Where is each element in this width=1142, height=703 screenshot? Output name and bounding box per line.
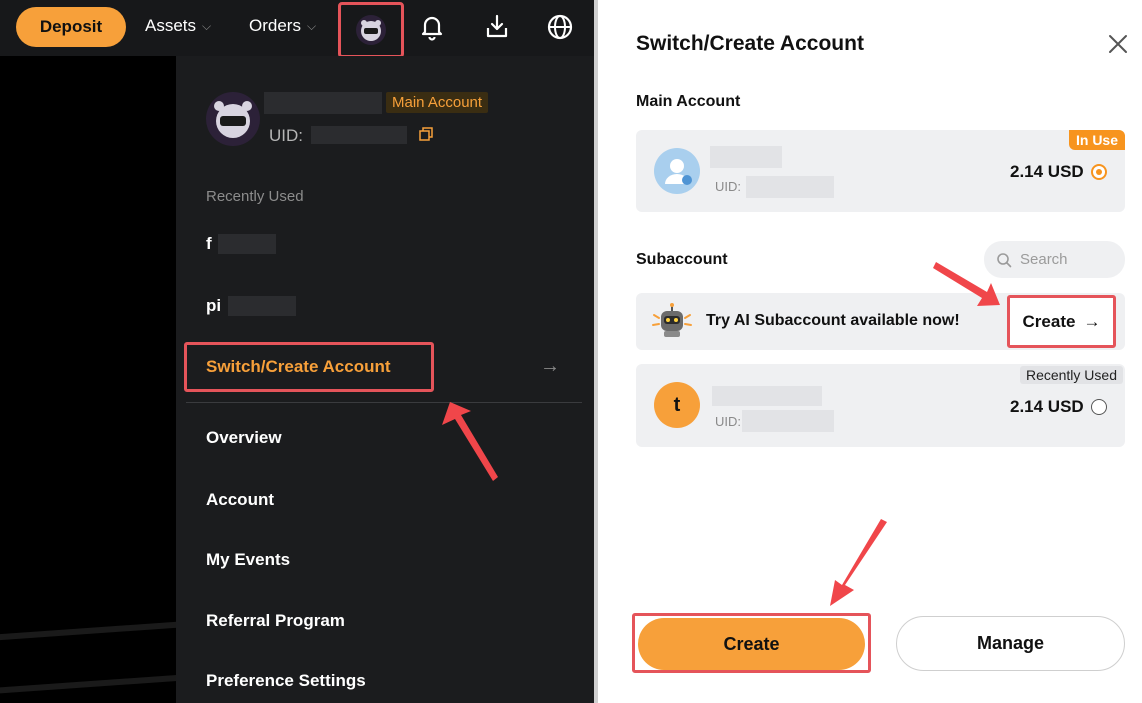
subaccount-balance: 2.14 USD	[1010, 397, 1084, 416]
deposit-button[interactable]: Deposit	[16, 7, 126, 47]
recently-used-label: Recently Used	[206, 188, 304, 205]
search-input[interactable]: Search	[984, 241, 1125, 278]
menu-item-my-events[interactable]: My Events	[206, 550, 290, 570]
redacted-account-name	[710, 146, 782, 168]
main-account-card[interactable]: In Use UID: 2.14 USD	[636, 130, 1125, 212]
subaccount-card[interactable]: Recently Used t UID: 2.14 USD	[636, 364, 1125, 447]
create-ai-subaccount-label: Create	[1022, 311, 1076, 331]
menu-item-referral-program[interactable]: Referral Program	[206, 611, 345, 631]
globe-icon[interactable]	[545, 12, 575, 42]
switch-create-account-panel: Switch/Create Account Main Account In Us…	[598, 0, 1142, 703]
uid-label: UID:	[269, 126, 303, 145]
search-placeholder: Search	[1020, 251, 1068, 268]
account-dropdown-menu: Main Account UID: Recently Used f pi Swi…	[176, 56, 594, 703]
copy-icon[interactable]	[419, 127, 433, 141]
chevron-down-icon: ⌵	[306, 18, 317, 33]
main-account-badge: Main Account	[386, 92, 489, 113]
radio-selected[interactable]	[1091, 164, 1107, 180]
manage-button[interactable]: Manage	[896, 616, 1125, 671]
robot-icon	[652, 303, 692, 337]
user-avatar-icon	[654, 148, 700, 194]
switch-create-account-label: Switch/Create Account	[206, 357, 391, 376]
recently-used-badge: Recently Used	[1019, 366, 1123, 384]
redacted-username	[264, 92, 382, 114]
panel-title: Switch/Create Account	[636, 32, 864, 55]
download-icon[interactable]	[482, 12, 512, 42]
recent-account-item[interactable]: pi	[206, 296, 221, 316]
ai-subaccount-text: Try AI Subaccount available now!	[706, 312, 960, 329]
redacted-uid	[742, 410, 834, 432]
in-use-badge: In Use	[1068, 130, 1125, 150]
search-icon	[997, 252, 1012, 267]
close-icon[interactable]	[1106, 32, 1130, 56]
menu-item-preference-settings[interactable]: Preference Settings	[206, 671, 366, 691]
menu-item-overview[interactable]: Overview	[206, 428, 282, 448]
chevron-down-icon: ⌵	[202, 18, 212, 33]
recent-account-item[interactable]: f	[206, 234, 212, 254]
redacted-uid	[746, 176, 834, 198]
menu-item-account[interactable]: Account	[206, 490, 274, 510]
uid-label: UID:	[715, 179, 741, 194]
uid-label: UID:	[715, 414, 741, 429]
create-ai-subaccount-button[interactable]: Create →	[1007, 295, 1116, 348]
create-button[interactable]: Create	[638, 618, 865, 670]
top-navigation-bar: Deposit Assets ⌵ Orders ⌵	[0, 0, 594, 58]
subaccount-section-label: Subaccount	[636, 251, 728, 268]
arrow-right-icon: →	[1083, 311, 1101, 331]
radio-unselected[interactable]	[1091, 399, 1107, 415]
bear-avatar-icon	[356, 15, 386, 45]
nav-assets-label: Assets	[145, 16, 197, 35]
redacted-account-name	[218, 234, 276, 254]
bell-icon[interactable]	[417, 12, 447, 42]
redacted-account-name	[712, 386, 822, 406]
arrow-right-icon: →	[540, 355, 560, 377]
nav-assets[interactable]: Assets ⌵	[145, 16, 211, 36]
nav-orders[interactable]: Orders ⌵	[249, 16, 316, 36]
nav-orders-label: Orders	[249, 16, 301, 35]
profile-avatar-button[interactable]	[338, 2, 404, 58]
redacted-account-name	[228, 296, 296, 316]
redacted-uid	[311, 126, 407, 144]
main-account-section-label: Main Account	[636, 93, 741, 110]
subaccount-avatar: t	[654, 382, 700, 428]
profile-avatar	[206, 92, 260, 146]
menu-divider	[186, 402, 582, 403]
dark-app-area: Deposit Assets ⌵ Orders ⌵ Main Account U…	[0, 0, 594, 703]
switch-create-account-item[interactable]: Switch/Create Account	[184, 342, 434, 392]
account-balance: 2.14 USD	[1010, 162, 1084, 181]
ai-subaccount-promo: Try AI Subaccount available now! Create …	[636, 293, 1125, 350]
